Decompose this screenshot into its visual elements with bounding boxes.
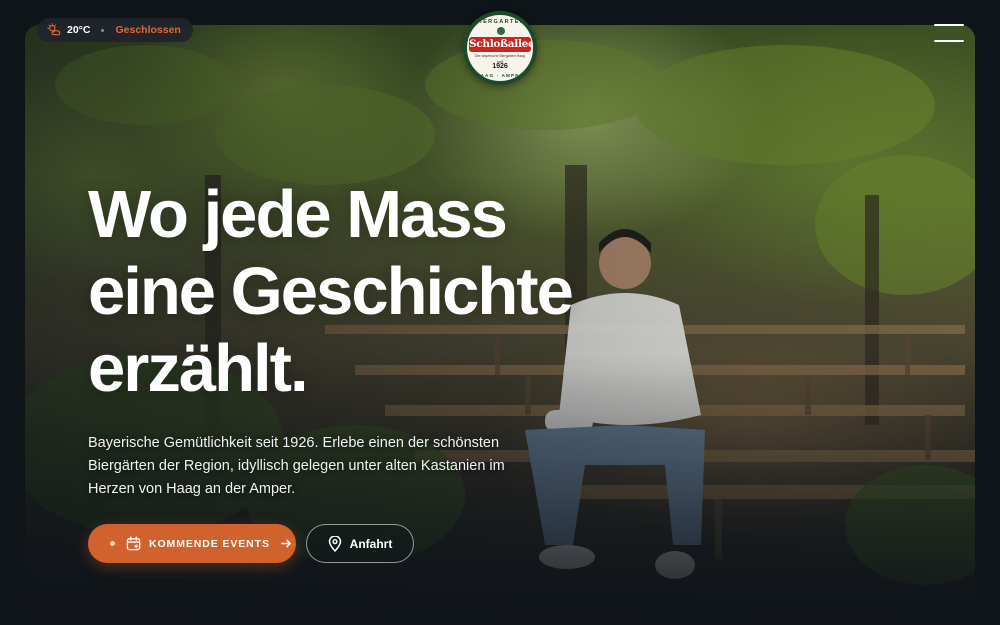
sun-cloud-icon bbox=[47, 23, 61, 36]
separator-dot bbox=[101, 28, 105, 32]
headline-line: erzählt. bbox=[88, 331, 309, 406]
live-dot bbox=[110, 541, 115, 546]
events-button-label: KOMMENDE EVENTS bbox=[149, 537, 270, 550]
brand-logo[interactable]: BIERGARTEN Schloßallee Der bayerische Bi… bbox=[463, 11, 537, 85]
menu-line bbox=[934, 24, 964, 26]
hamburger-menu-icon[interactable] bbox=[934, 24, 964, 42]
logo-tagline: Der bayerische Biergarten Haag bbox=[475, 54, 525, 58]
upcoming-events-button[interactable]: KOMMENDE EVENTS bbox=[88, 524, 296, 563]
hero-headline: Wo jede Mass eine Geschichte erzählt. bbox=[88, 176, 708, 407]
directions-button-label: Anfahrt bbox=[349, 536, 393, 551]
hero-lead-text: Bayerische Gemütlichkeit seit 1926. Erle… bbox=[88, 435, 505, 497]
logo-arc-top: BIERGARTEN bbox=[474, 19, 526, 25]
calendar-icon bbox=[126, 536, 141, 551]
map-pin-icon bbox=[328, 535, 341, 552]
logo-arc-bottom: HAAG · AMPER bbox=[476, 73, 524, 78]
logo-year: 1926 bbox=[492, 63, 508, 70]
status-pill: 20°C Geschlossen bbox=[37, 18, 193, 42]
menu-line bbox=[934, 40, 964, 42]
temperature: 20°C bbox=[67, 24, 91, 36]
headline-line: eine Geschichte bbox=[88, 254, 574, 329]
crest-icon bbox=[497, 27, 505, 35]
directions-button[interactable]: Anfahrt bbox=[306, 524, 414, 563]
opening-status: Geschlossen bbox=[115, 24, 181, 36]
arrow-right-icon bbox=[281, 539, 291, 548]
logo-badge: BIERGARTEN Schloßallee Der bayerische Bi… bbox=[466, 14, 534, 82]
headline-line: Wo jede Mass bbox=[88, 177, 508, 252]
logo-wordmark: Schloßallee bbox=[469, 37, 534, 52]
